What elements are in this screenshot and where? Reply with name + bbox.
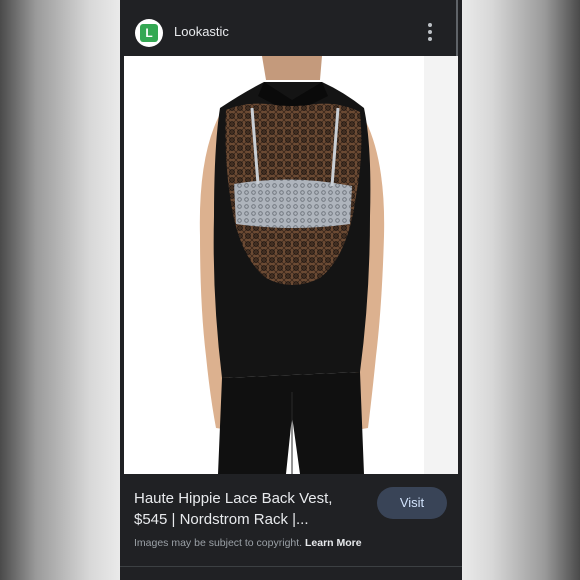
source-name[interactable]: Lookastic [174, 24, 229, 39]
result-title[interactable]: Haute Hippie Lace Back Vest, $545 | Nord… [134, 488, 364, 530]
product-image[interactable] [124, 56, 458, 474]
vest-photo [124, 56, 458, 474]
copyright-text: Images may be subject to copyright. [134, 537, 305, 549]
source-header: L Lookastic [120, 0, 462, 56]
background-blur-left [0, 0, 120, 580]
site-logo-letter: L [140, 24, 158, 42]
scrollbar[interactable] [456, 0, 458, 56]
more-vert-icon[interactable] [420, 20, 440, 46]
divider [120, 566, 462, 567]
learn-more-link[interactable]: Learn More [305, 537, 362, 549]
background-blur-right [462, 0, 580, 580]
copyright-notice: Images may be subject to copyright. Lear… [134, 537, 362, 549]
image-preview-panel: L Lookastic Haute Hippie Lace Back Vest,… [120, 0, 462, 580]
site-logo-icon[interactable]: L [135, 19, 163, 47]
visit-button[interactable]: Visit [377, 487, 447, 519]
